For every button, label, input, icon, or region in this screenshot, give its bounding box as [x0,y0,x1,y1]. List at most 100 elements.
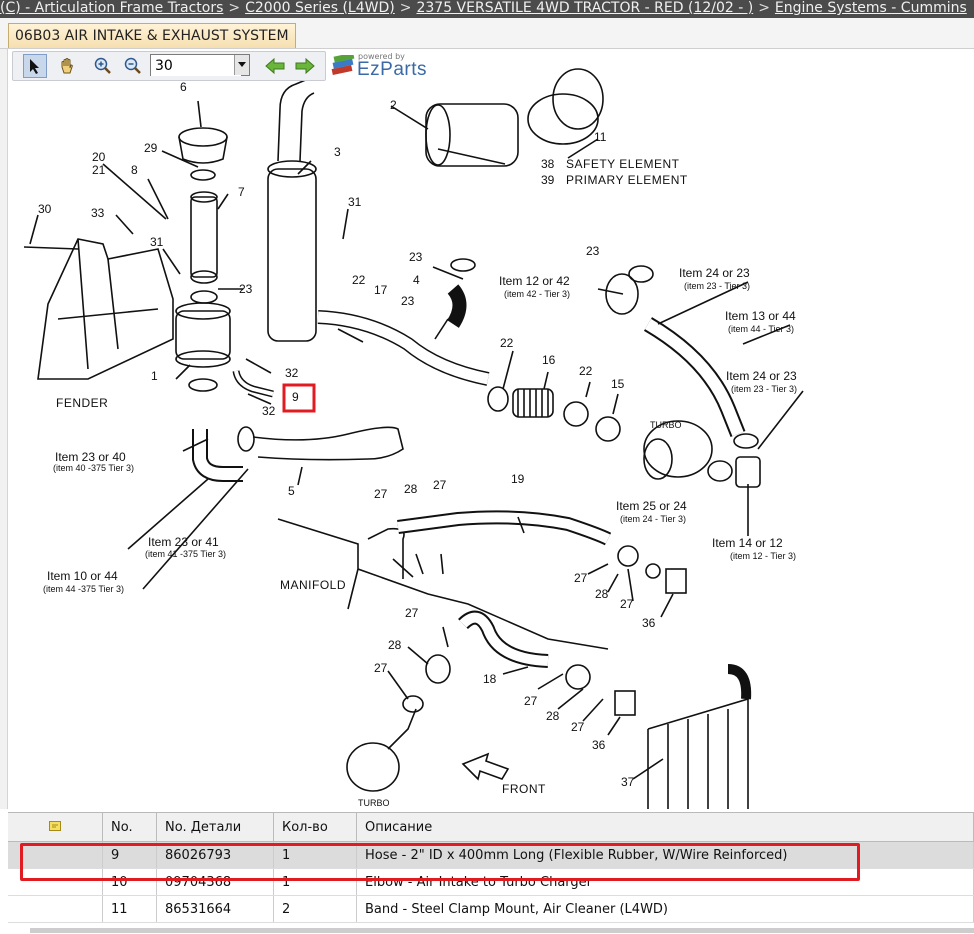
breadcrumb-link-c2000[interactable]: C2000 Series (L4WD) [245,0,395,16]
column-header-no[interactable]: No. [102,813,157,842]
callout-31-right[interactable]: 31 [348,195,362,209]
caption-turbo-upper: TURBO [650,420,682,430]
column-header-part-number[interactable]: No. Детали [156,813,274,842]
callout-16[interactable]: 16 [542,353,556,367]
table-row[interactable]: 11 86531664 2 Band - Steel Clamp Mount, … [8,895,974,923]
part-shape [188,378,218,392]
pan-tool-button[interactable] [55,54,79,78]
callout-27-h[interactable]: 27 [571,720,585,734]
item-23-or-40[interactable]: Item 23 or 40 [55,450,126,464]
callout-28-d[interactable]: 28 [546,709,560,723]
leader-lines [29,100,804,780]
part-shape [190,169,216,181]
part-shape [387,708,417,750]
pointer-arrow-icon [30,59,39,74]
callout-36-b[interactable]: 36 [592,738,606,752]
item-10-or-44[interactable]: Item 10 or 44 [47,569,118,583]
callout-17[interactable]: 17 [374,283,388,297]
callout-22-left[interactable]: 22 [352,273,366,287]
item-12-or-42[interactable]: Item 12 or 42 [499,274,570,288]
callout-30[interactable]: 30 [38,202,52,216]
part-shape [237,426,255,452]
tab-air-intake-exhaust[interactable]: 06B03 AIR INTAKE & EXHAUST SYSTEM [8,23,296,48]
left-splitter[interactable] [0,49,8,809]
zoom-in-icon [94,57,111,74]
callout-27-f[interactable]: 27 [374,661,388,675]
callout-4[interactable]: 4 [413,273,420,287]
callout-27-e[interactable]: 27 [405,606,419,620]
callout-15[interactable]: 15 [611,377,625,391]
callout-8[interactable]: 8 [131,163,138,177]
callout-9[interactable]: 9 [292,390,299,404]
callout-28-a[interactable]: 28 [404,482,418,496]
callout-31-left[interactable]: 31 [150,235,164,249]
column-header-qty[interactable]: Кол-во [273,813,357,842]
zoom-input[interactable] [151,56,241,76]
item-23-or-41[interactable]: Item 23 or 41 [148,535,219,549]
callout-22-right[interactable]: 22 [579,364,593,378]
part-shape [563,401,589,427]
callout-28-b[interactable]: 28 [595,587,609,601]
callout-19[interactable]: 19 [511,472,525,486]
zoom-combobox[interactable] [150,54,250,76]
callout-3[interactable]: 3 [334,145,341,159]
callout-1[interactable]: 1 [151,369,158,383]
callout-2[interactable]: 2 [390,98,397,112]
callout-22-mid[interactable]: 22 [500,336,514,350]
breadcrumb-link-articulation[interactable]: (C) - Articulation Frame Tractors [0,0,223,16]
callout-27-d[interactable]: 27 [620,597,634,611]
breadcrumb-separator: > [758,0,770,16]
callout-5[interactable]: 5 [288,484,295,498]
part-shape [617,545,639,567]
callout-29[interactable]: 29 [144,141,158,155]
item-13-or-44[interactable]: Item 13 or 44 [725,309,796,323]
item-25-or-24[interactable]: Item 25 or 24 [616,499,687,513]
callout-37[interactable]: 37 [621,775,635,789]
callout-23-upper[interactable]: 23 [409,250,423,264]
callout-11[interactable]: 11 [594,130,607,144]
breadcrumb-separator: > [228,0,241,16]
callout-20[interactable]: 20 [92,150,106,164]
callout-28-c[interactable]: 28 [388,638,402,652]
caption-safety-element: SAFETY ELEMENT [566,157,680,171]
zoom-dropdown-button[interactable] [234,55,249,75]
callout-27-a[interactable]: 27 [374,487,388,501]
next-page-button[interactable] [293,54,317,78]
item-24-or-23-top[interactable]: Item 24 or 23 [679,266,750,280]
part-shape [645,563,661,579]
column-header-description[interactable]: Описание [356,813,974,842]
zoom-out-icon [124,57,141,74]
callout-32-top[interactable]: 32 [285,366,299,380]
column-header-icon[interactable] [8,813,103,842]
pointer-tool-button[interactable] [23,54,47,78]
item-14-or-12[interactable]: Item 14 or 12 [712,536,783,550]
callout-39[interactable]: 39 [541,173,555,187]
callout-36-a[interactable]: 36 [642,616,656,630]
callout-21[interactable]: 21 [92,163,106,177]
horizontal-scrollbar[interactable] [30,928,974,933]
breadcrumb-link-engine-systems[interactable]: Engine Systems - Cummins [775,0,967,16]
callout-27-b[interactable]: 27 [433,478,447,492]
part-shape [733,433,759,449]
breadcrumb-link-2375[interactable]: 2375 VERSATILE 4WD TRACTOR - RED (12/02 … [416,0,753,16]
part-shape [267,168,317,342]
callout-18[interactable]: 18 [483,672,497,686]
callout-38[interactable]: 38 [541,157,555,171]
callout-27-g[interactable]: 27 [524,694,538,708]
callout-33[interactable]: 33 [91,206,105,220]
callout-23-cleaner[interactable]: 23 [239,282,253,296]
callout-7[interactable]: 7 [238,185,245,199]
zoom-in-button[interactable] [91,54,115,78]
callout-27-c[interactable]: 27 [574,571,588,585]
part-shape [643,317,746,437]
callout-6[interactable]: 6 [180,80,187,94]
callout-32-bottom[interactable]: 32 [262,404,276,418]
part-shape [299,92,315,162]
previous-page-button[interactable] [263,54,287,78]
item-24-or-23-bottom[interactable]: Item 24 or 23 [726,369,797,383]
part-shape [190,290,218,304]
zoom-out-button[interactable] [121,54,145,78]
exploded-parts-diagram[interactable]: 6 2 29 20 21 8 7 3 30 33 31 31 23 1 32 3… [8,49,974,809]
callout-23-mid[interactable]: 23 [401,294,415,308]
callout-23-right[interactable]: 23 [586,244,600,258]
